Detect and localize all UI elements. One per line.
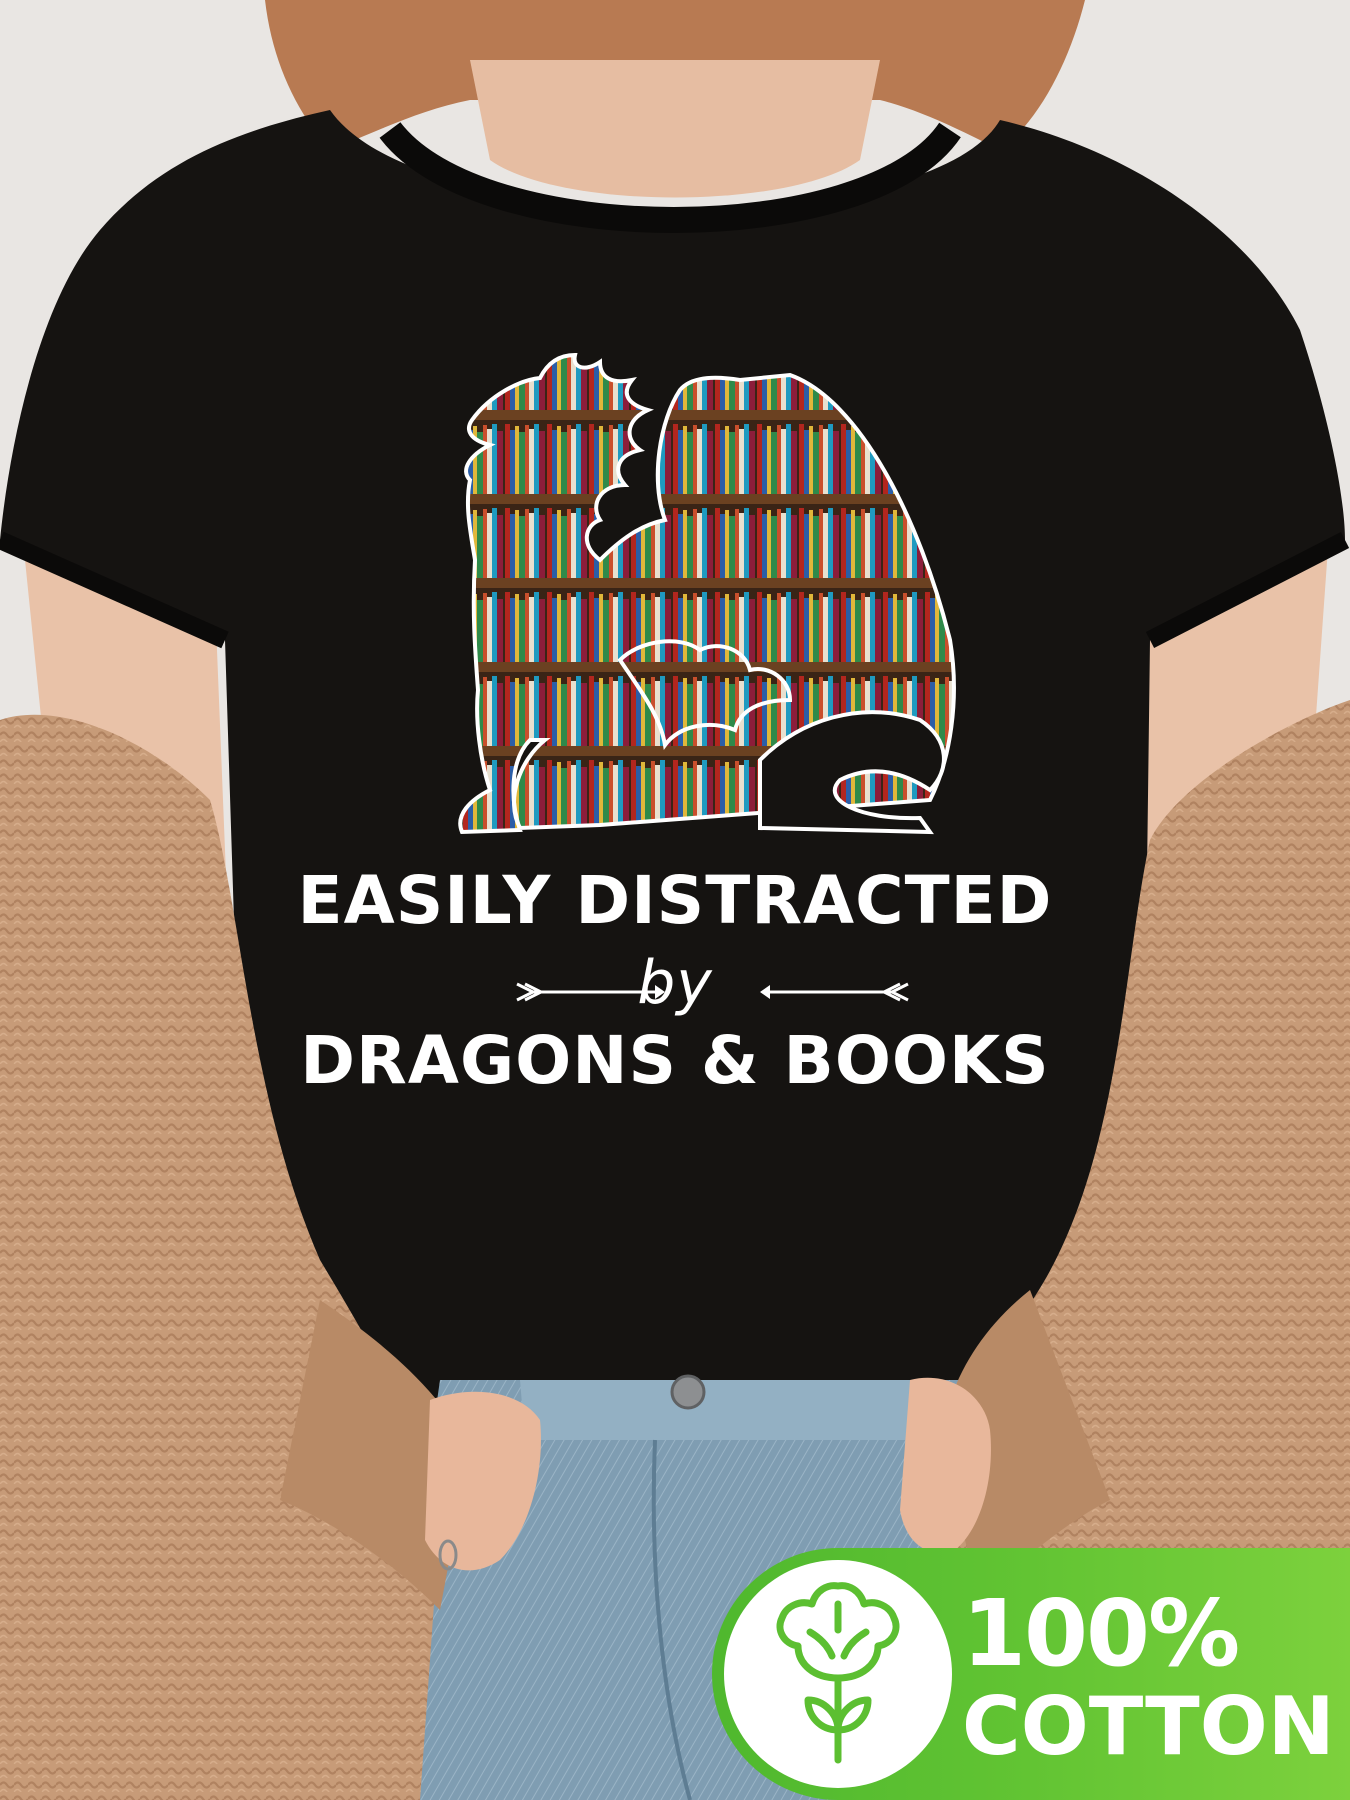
shirt-print-line-2: by (637, 948, 713, 1018)
jeans-waistband (520, 1380, 930, 1440)
jeans-button (670, 1374, 706, 1410)
shirt-print-line-1: EASILY DISTRACTED (297, 862, 1053, 939)
shirt-print-line-3: DRAGONS & BOOKS (300, 1022, 1050, 1099)
arrow-left-icon (760, 982, 909, 1002)
badge-material: COTTON (962, 1680, 1335, 1773)
neck (470, 60, 880, 198)
arrow-right-icon (516, 982, 665, 1002)
badge-icon-circle (724, 1560, 952, 1788)
cotton-badge: 100% COTTON (712, 1548, 1350, 1800)
cotton-plant-icon (776, 1582, 900, 1764)
badge-percent: 100% (962, 1580, 1240, 1687)
